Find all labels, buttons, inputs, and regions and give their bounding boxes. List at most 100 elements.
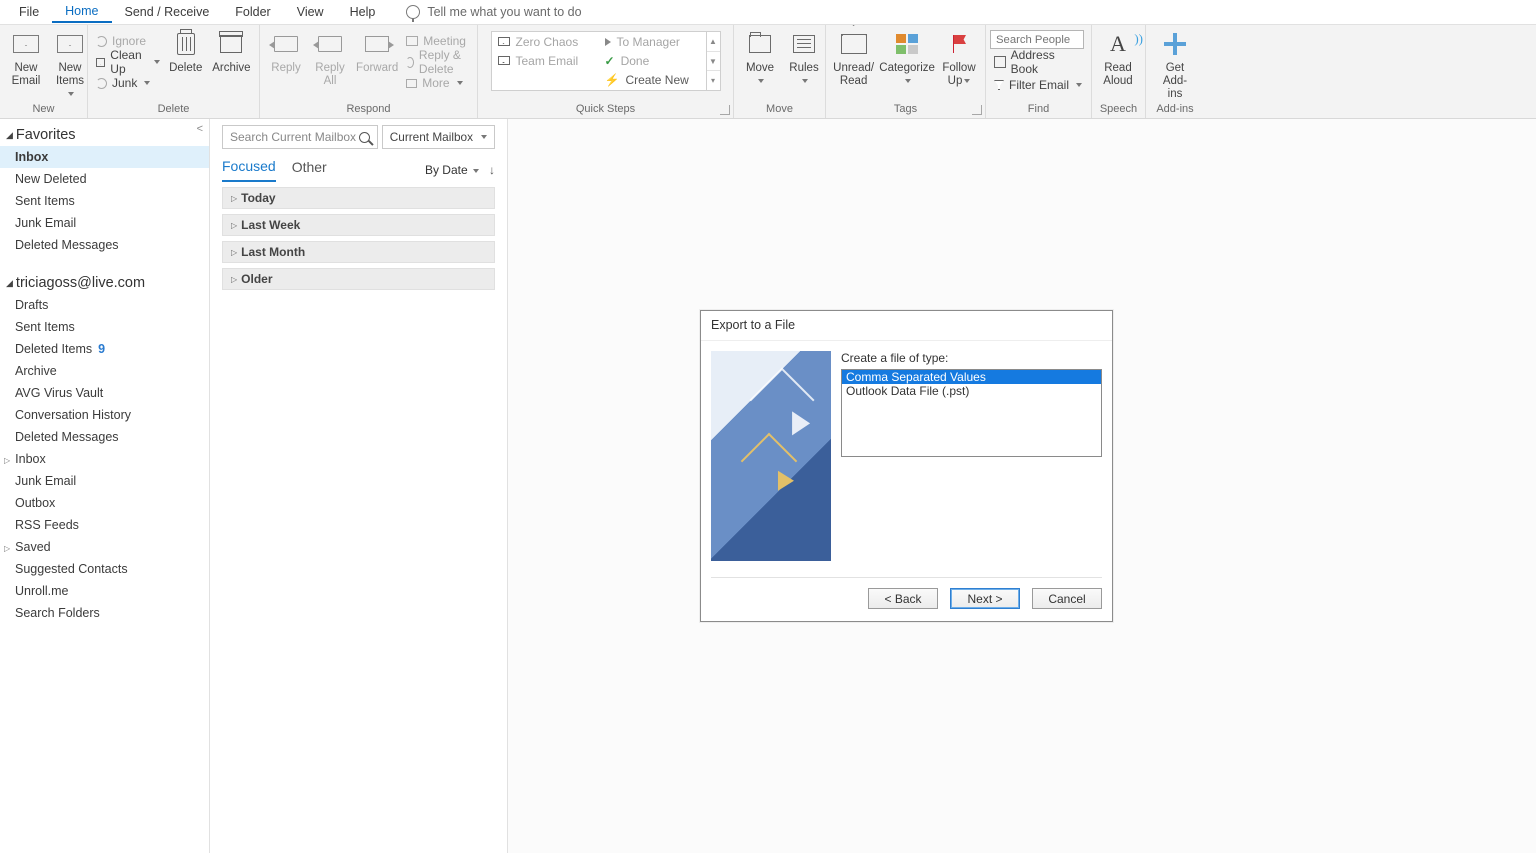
archive-button[interactable]: Archive: [208, 28, 255, 75]
search-placeholder: Search Current Mailbox: [230, 130, 356, 144]
sidebar-item-junk-email[interactable]: Junk Email: [0, 212, 209, 234]
group-label-respond: Respond: [264, 102, 473, 117]
group-find: Address Book Filter Email Find: [986, 25, 1092, 118]
caret-icon: ◢: [6, 130, 13, 141]
filter-email-button[interactable]: Filter Email: [990, 75, 1087, 95]
search-scope-dropdown[interactable]: Current Mailbox: [382, 125, 495, 149]
tab-focused[interactable]: Focused: [222, 158, 276, 182]
move-button[interactable]: Move: [738, 28, 782, 88]
group-label-find: Find: [990, 102, 1087, 117]
caret-right-icon: ▷: [231, 221, 237, 230]
get-addins-button[interactable]: Get Add-ins: [1150, 28, 1200, 102]
option-csv[interactable]: Comma Separated Values: [842, 370, 1101, 384]
cleanup-icon: [96, 58, 105, 67]
qs-create-new[interactable]: ⚡Create New: [599, 71, 706, 90]
tab-folder[interactable]: Folder: [222, 2, 283, 22]
chevron-down-icon: [481, 135, 487, 139]
reply-all-button[interactable]: Reply All: [308, 28, 352, 88]
sidebar-item-saved[interactable]: Saved: [0, 536, 209, 558]
qs-scroll[interactable]: ▲▼▾: [706, 32, 720, 90]
follow-up-button[interactable]: Follow Up: [937, 28, 981, 88]
date-group-today[interactable]: ▷ Today: [222, 187, 495, 209]
sidebar-item-inbox[interactable]: Inbox: [0, 448, 209, 470]
group-label-delete: Delete: [92, 102, 255, 117]
sort-button[interactable]: By Date: [425, 163, 479, 177]
quicksteps-launcher-icon[interactable]: [720, 105, 730, 115]
next-button[interactable]: Next >: [950, 588, 1020, 609]
date-group-last-month[interactable]: ▷ Last Month: [222, 241, 495, 263]
sort-direction-button[interactable]: ↓: [489, 163, 495, 177]
sidebar-item-search-folders[interactable]: Search Folders: [0, 602, 209, 624]
option-pst[interactable]: Outlook Data File (.pst): [842, 384, 1101, 398]
group-label-speech: Speech: [1096, 102, 1141, 117]
tab-other[interactable]: Other: [292, 159, 327, 181]
categorize-button[interactable]: Categorize: [877, 28, 937, 88]
file-type-list[interactable]: Comma Separated Values Outlook Data File…: [841, 369, 1102, 457]
ignore-icon: [96, 36, 107, 47]
search-icon: [359, 132, 370, 143]
group-speech: ARead Aloud Speech: [1092, 25, 1146, 118]
qs-to-manager[interactable]: To Manager: [599, 32, 706, 51]
group-label-addins: Add-ins: [1150, 102, 1200, 117]
sidebar-item-drafts[interactable]: Drafts: [0, 294, 209, 316]
collapse-pane-icon[interactable]: <: [197, 123, 203, 135]
new-email-button[interactable]: New Email: [4, 28, 48, 88]
account-header[interactable]: ◢triciagoss@live.com: [0, 272, 209, 294]
sidebar-item-junk-email[interactable]: Junk Email: [0, 470, 209, 492]
tab-help[interactable]: Help: [337, 2, 389, 22]
tab-file[interactable]: File: [6, 2, 52, 22]
search-people-input[interactable]: [990, 30, 1084, 49]
sidebar-item-sent-items[interactable]: Sent Items: [0, 190, 209, 212]
tab-send-receive[interactable]: Send / Receive: [112, 2, 223, 22]
qs-team-email[interactable]: Team Email: [492, 51, 599, 70]
forward-button[interactable]: Forward: [352, 28, 402, 75]
sidebar-item-new-deleted[interactable]: New Deleted: [0, 168, 209, 190]
sidebar-item-deleted-items[interactable]: Deleted Items9: [0, 338, 209, 360]
cancel-button[interactable]: Cancel: [1032, 588, 1102, 609]
mail-icon: [498, 37, 510, 46]
sidebar-item-outbox[interactable]: Outbox: [0, 492, 209, 514]
read-aloud-button[interactable]: ARead Aloud: [1096, 28, 1140, 88]
caret-right-icon: ▷: [231, 275, 237, 284]
cleanup-button[interactable]: Clean Up: [92, 52, 164, 72]
dialog-graphic: [711, 351, 831, 561]
delete-button[interactable]: Delete: [164, 28, 208, 75]
sidebar-item-archive[interactable]: Archive: [0, 360, 209, 382]
address-book-button[interactable]: Address Book: [990, 52, 1087, 72]
sidebar-item-avg-virus-vault[interactable]: AVG Virus Vault: [0, 382, 209, 404]
sidebar-item-inbox[interactable]: Inbox: [0, 146, 209, 168]
group-label-move: Move: [738, 102, 821, 117]
dialog-title: Export to a File: [701, 311, 1112, 341]
sidebar-item-deleted-messages[interactable]: Deleted Messages: [0, 426, 209, 448]
date-group-last-week[interactable]: ▷ Last Week: [222, 214, 495, 236]
tell-me[interactable]: Tell me what you want to do: [406, 5, 581, 19]
sidebar-item-conversation-history[interactable]: Conversation History: [0, 404, 209, 426]
categories-icon: [892, 30, 922, 58]
chevron-down-icon: [473, 169, 479, 173]
reply-delete-button[interactable]: Reply & Delete: [402, 52, 473, 72]
unread-read-button[interactable]: Unread/ Read: [830, 28, 877, 88]
sidebar-item-rss-feeds[interactable]: RSS Feeds: [0, 514, 209, 536]
tab-home[interactable]: Home: [52, 1, 111, 23]
sidebar-item-unroll.me[interactable]: Unroll.me: [0, 580, 209, 602]
caret-right-icon: ▷: [231, 194, 237, 203]
reply-button[interactable]: Reply: [264, 28, 308, 75]
date-group-older[interactable]: ▷ Older: [222, 268, 495, 290]
tags-launcher-icon[interactable]: [972, 105, 982, 115]
quick-steps-gallery[interactable]: Zero Chaos Team Email . To Manager ✓Done…: [491, 31, 721, 91]
qs-done[interactable]: ✓Done: [599, 51, 706, 70]
more-respond-button[interactable]: More: [402, 73, 473, 93]
favorites-header[interactable]: ◢Favorites: [0, 124, 209, 146]
junk-button[interactable]: Junk: [92, 73, 164, 93]
sidebar-item-sent-items[interactable]: Sent Items: [0, 316, 209, 338]
sidebar-item-deleted-messages[interactable]: Deleted Messages: [0, 234, 209, 256]
new-items-button[interactable]: New Items: [48, 28, 92, 102]
rules-button[interactable]: Rules: [782, 28, 826, 88]
qs-zero-chaos[interactable]: Zero Chaos: [492, 32, 599, 51]
back-button[interactable]: < Back: [868, 588, 938, 609]
tab-view[interactable]: View: [284, 2, 337, 22]
lightning-icon: ⚡: [605, 73, 620, 87]
search-mailbox-input[interactable]: Search Current Mailbox: [222, 125, 378, 149]
folder-pane: < ◢Favorites InboxNew DeletedSent ItemsJ…: [0, 119, 210, 853]
sidebar-item-suggested-contacts[interactable]: Suggested Contacts: [0, 558, 209, 580]
